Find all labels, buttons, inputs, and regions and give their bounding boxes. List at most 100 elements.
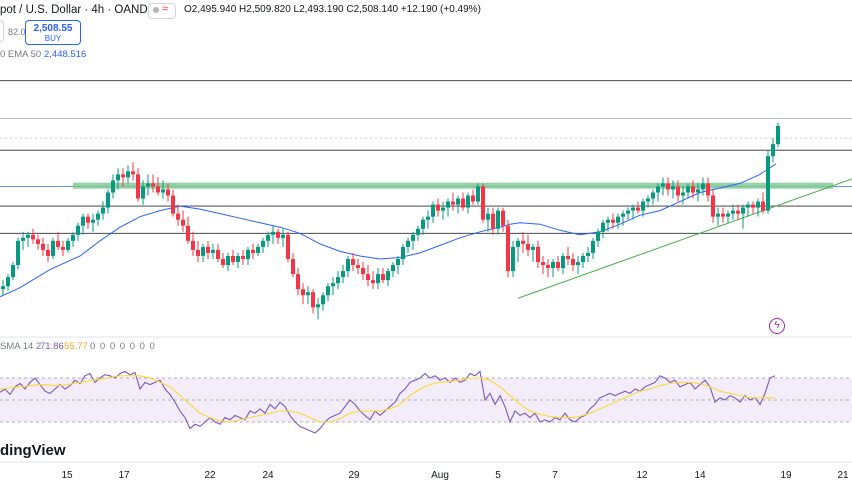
candle-body (76, 225, 80, 235)
lightning-icon[interactable]: ϟ (769, 318, 785, 334)
sell-button[interactable] (0, 20, 4, 42)
candle-body (651, 192, 655, 199)
x-tick-label: 5 (495, 470, 501, 481)
candle-body (116, 174, 120, 181)
candle-body (366, 274, 370, 281)
candle-body (591, 240, 595, 253)
candle-body (581, 255, 585, 262)
candle-body (126, 171, 130, 178)
candle-body (526, 243, 530, 250)
candle-body (1, 286, 5, 290)
candle-body (196, 249, 200, 256)
candle-body (56, 240, 60, 247)
candle-body (616, 216, 620, 223)
candle-body (396, 258, 400, 266)
candle-body (631, 207, 635, 211)
candle-body (216, 249, 220, 259)
candle-body (326, 286, 330, 296)
price-pane (0, 80, 852, 320)
candle-body (316, 304, 320, 308)
settings-wave-icon: ≈ (162, 3, 169, 15)
candle-body (166, 189, 170, 196)
candle-body (411, 234, 415, 241)
candle-body (771, 144, 775, 157)
candle-body (656, 186, 660, 193)
chart-settings-button[interactable]: ≈ (148, 3, 176, 19)
candle-body (46, 249, 50, 256)
candle-body (61, 246, 65, 250)
candle-body (436, 204, 440, 211)
candle-body (106, 192, 110, 208)
candle-body (231, 255, 235, 262)
x-tick-label: 17 (118, 470, 130, 481)
candle-body (361, 268, 365, 275)
candle-body (346, 258, 350, 272)
candle-body (296, 274, 300, 290)
candle-body (256, 246, 260, 253)
candle-body (496, 210, 500, 229)
candle-body (721, 213, 725, 217)
candle-body (131, 171, 135, 175)
candle-body (536, 246, 540, 262)
candle-body (686, 186, 690, 193)
candle-body (626, 210, 630, 214)
ohlc-readout: O2,495.940 H2,509.820 L2,493.190 C2,508.… (184, 4, 481, 15)
candle-body (6, 277, 10, 287)
candle-body (81, 216, 85, 226)
candle-body (486, 213, 490, 220)
rsi-legend-value-2: 55.77 (64, 341, 88, 352)
candle-body (421, 219, 425, 229)
candle-body (376, 274, 380, 284)
candle-body (241, 255, 245, 259)
candle-body (586, 252, 590, 256)
candle-body (161, 189, 165, 193)
candle-body (121, 174, 125, 178)
candle-body (341, 271, 345, 278)
buy-label: BUY (44, 34, 62, 43)
candle-body (666, 183, 670, 190)
x-tick-label: Aug (431, 470, 449, 481)
candle-body (111, 180, 115, 193)
candle-body (201, 246, 205, 256)
candle-body (431, 204, 435, 217)
candle-body (561, 255, 565, 269)
candle-body (641, 201, 645, 211)
rsi-legend-value-1: 71.86 (40, 341, 64, 352)
candle-body (251, 249, 255, 253)
candle-body (566, 255, 570, 259)
candle-body (546, 265, 550, 269)
candle-body (391, 265, 395, 272)
candle-body (601, 222, 605, 232)
candle-body (481, 186, 485, 220)
candle-body (541, 262, 545, 266)
candle-body (556, 262, 560, 269)
symbol-title: pot / U.S. Dollar · 4h · OANDA (0, 4, 156, 16)
candle-body (471, 195, 475, 202)
candle-body (271, 231, 275, 235)
candle-body (356, 265, 360, 269)
candle-body (306, 292, 310, 296)
x-tick-label: 22 (204, 470, 216, 481)
candle-body (21, 237, 25, 241)
candle-body (211, 249, 215, 253)
candle-body (41, 243, 45, 250)
candle-body (611, 219, 615, 223)
candle-body (716, 213, 720, 217)
candle-body (621, 213, 625, 217)
candle-body (766, 156, 770, 211)
candle-body (31, 234, 35, 240)
candle-body (731, 210, 735, 214)
x-tick-label: 24 (262, 470, 274, 481)
buy-price: 2,508.55 (33, 23, 73, 34)
rsi-legend-label: SMA 14 2 (0, 341, 42, 352)
candle-body (681, 192, 685, 196)
x-tick-label: 14 (694, 470, 706, 481)
buy-button[interactable]: 2,508.55 BUY (25, 20, 81, 45)
candle-body (321, 295, 325, 305)
candle-body (236, 255, 240, 262)
chart-canvas: 15 17 22 24 29 Aug 5 7 12 14 19 21 (0, 80, 852, 481)
candle-body (156, 186, 160, 193)
candle-body (671, 186, 675, 190)
trendline (517, 178, 852, 299)
candle-body (146, 183, 150, 187)
